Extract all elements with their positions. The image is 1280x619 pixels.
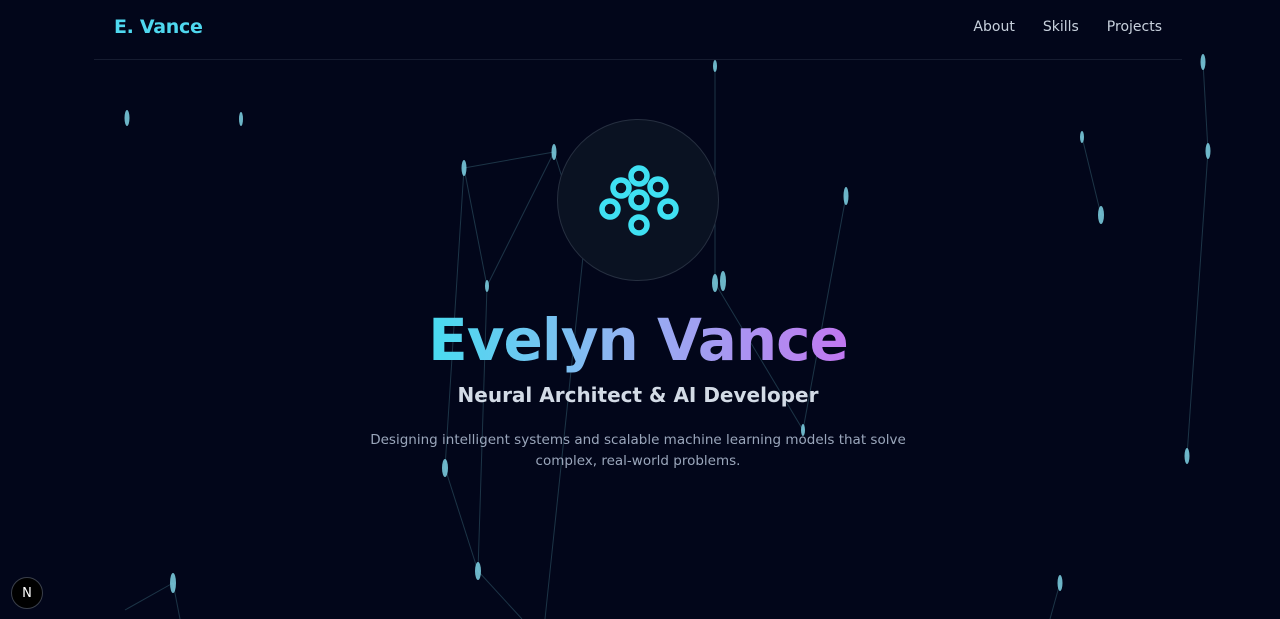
nextjs-icon: N bbox=[22, 585, 32, 601]
hero-name-text: Evelyn Vance bbox=[428, 306, 849, 374]
neural-cluster-icon bbox=[599, 165, 679, 236]
hero-avatar bbox=[557, 119, 719, 281]
nextjs-dev-badge[interactable]: N bbox=[11, 577, 43, 609]
hero-section: Evelyn Vance Neural Architect & AI Devel… bbox=[0, 0, 1280, 619]
hero-description: Designing intelligent systems and scalab… bbox=[370, 432, 906, 469]
hero-name: Evelyn Vance bbox=[0, 305, 1276, 375]
hero-role: Neural Architect & AI Developer bbox=[457, 383, 819, 407]
